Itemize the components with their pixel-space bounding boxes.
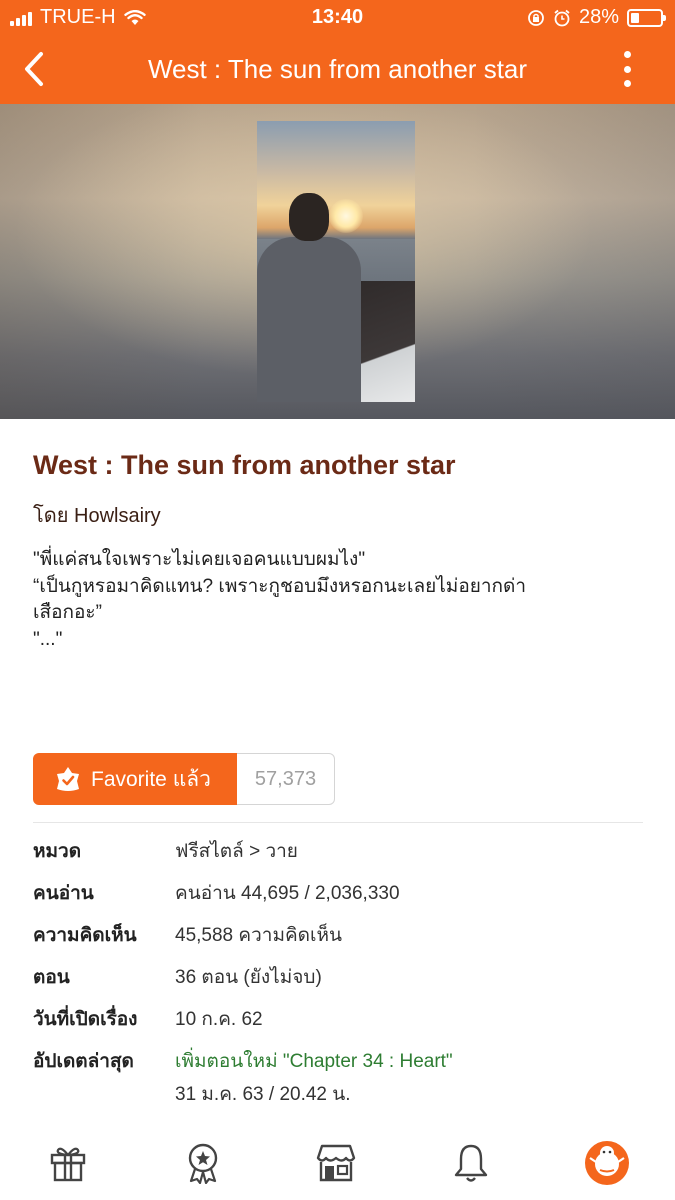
- detail-value: 10 ก.ค. 62: [175, 1009, 263, 1030]
- favorite-count: 57,373: [237, 753, 335, 805]
- nav-title: West : The sun from another star: [147, 54, 528, 84]
- detail-label: ความคิดเห็น: [33, 925, 137, 946]
- detail-row-comments: ความคิดเห็น 45,588 ความคิดเห็น: [33, 922, 653, 949]
- story-info: West : The sun from another star โดย How…: [33, 450, 643, 653]
- rotation-lock-icon: [528, 9, 544, 26]
- battery-percent: 28%: [578, 6, 619, 28]
- synopsis-line: "...": [33, 628, 63, 650]
- gift-icon: [50, 1147, 86, 1182]
- detail-label: ตอน: [33, 967, 70, 988]
- cover-banner: [0, 104, 675, 419]
- author-link[interactable]: โดย Howlsairy: [33, 499, 643, 531]
- synopsis-line: "พี่แค่สนใจเพราะไม่เคยเจอคนแบบผมไง": [33, 549, 366, 570]
- detail-label: คนอ่าน: [33, 883, 94, 904]
- more-dot-icon: [623, 80, 631, 87]
- bottom-tab-bar: [0, 1130, 675, 1200]
- tab-awards[interactable]: [178, 1138, 228, 1188]
- favorite-button[interactable]: Favorite แล้ว: [33, 753, 237, 805]
- detail-row-chapters: ตอน 36 ตอน (ยังไม่จบ): [33, 964, 653, 991]
- detail-value[interactable]: ฟรีสไตล์ > วาย: [175, 838, 298, 865]
- detail-row-last-update: อัปเดตล่าสุด เพิ่มตอนใหม่ "Chapter 34 : …: [33, 1048, 653, 1108]
- more-dot-icon: [623, 65, 631, 73]
- synopsis: "พี่แค่สนใจเพราะไม่เคยเจอคนแบบผมไง" “เป็…: [33, 547, 643, 653]
- chevron-left-icon: [25, 52, 43, 86]
- detail-row-readers: คนอ่าน คนอ่าน 44,695 / 2,036,330: [33, 880, 653, 907]
- status-bar: TRUE-H 13:40 28%: [0, 0, 675, 34]
- detail-value: 36 ตอน (ยังไม่จบ): [175, 967, 322, 988]
- tab-gift[interactable]: [43, 1138, 93, 1188]
- alarm-icon: [554, 9, 570, 26]
- detail-row-category: หมวด ฟรีสไตล์ > วาย: [33, 838, 653, 865]
- tab-notifications[interactable]: [446, 1138, 496, 1188]
- more-options-button[interactable]: [619, 51, 635, 87]
- detail-value[interactable]: 45,588 ความคิดเห็น: [175, 922, 342, 949]
- story-details: หมวด ฟรีสไตล์ > วาย คนอ่าน คนอ่าน 44,695…: [33, 838, 653, 1123]
- badge-star-icon: [188, 1143, 218, 1184]
- battery-icon: [627, 8, 666, 27]
- detail-label: หมวด: [33, 841, 82, 862]
- divider: [33, 822, 643, 823]
- detail-label: อัปเดตล่าสุด: [33, 1051, 134, 1072]
- store-icon: [316, 1144, 356, 1182]
- detail-row-start-date: วันที่เปิดเรื่อง 10 ก.ค. 62: [33, 1006, 653, 1033]
- update-timestamp: 31 ม.ค. 63 / 20.42 น.: [175, 1084, 351, 1105]
- tab-store[interactable]: [311, 1138, 361, 1188]
- nav-bar: West : The sun from another star: [0, 34, 675, 104]
- latest-chapter-text: เพิ่มตอนใหม่ "Chapter 34 : Heart": [175, 1051, 453, 1072]
- detail-value: คนอ่าน 44,695 / 2,036,330: [175, 883, 400, 904]
- bell-icon: [454, 1144, 488, 1182]
- favorite-label: Favorite แล้ว: [91, 767, 211, 791]
- synopsis-line: “เป็นกูหรอมาคิดแทน? เพราะกูชอบมึงหรอกนะเ…: [33, 575, 527, 597]
- tab-profile[interactable]: [582, 1138, 632, 1188]
- more-dot-icon: [623, 51, 631, 58]
- synopsis-line: เสือกอะ”: [33, 602, 102, 624]
- detail-label: วันที่เปิดเรื่อง: [33, 1009, 138, 1030]
- cover-image[interactable]: [257, 121, 415, 402]
- profile-avatar-icon: [585, 1141, 629, 1185]
- story-title: West : The sun from another star: [33, 450, 456, 480]
- favorite-badge-icon: [57, 767, 79, 791]
- back-button[interactable]: [14, 48, 54, 90]
- favorite-group: Favorite แล้ว 57,373: [33, 753, 335, 805]
- latest-chapter-link[interactable]: เพิ่มตอนใหม่ "Chapter 34 : Heart" 31 ม.ค…: [175, 1048, 453, 1108]
